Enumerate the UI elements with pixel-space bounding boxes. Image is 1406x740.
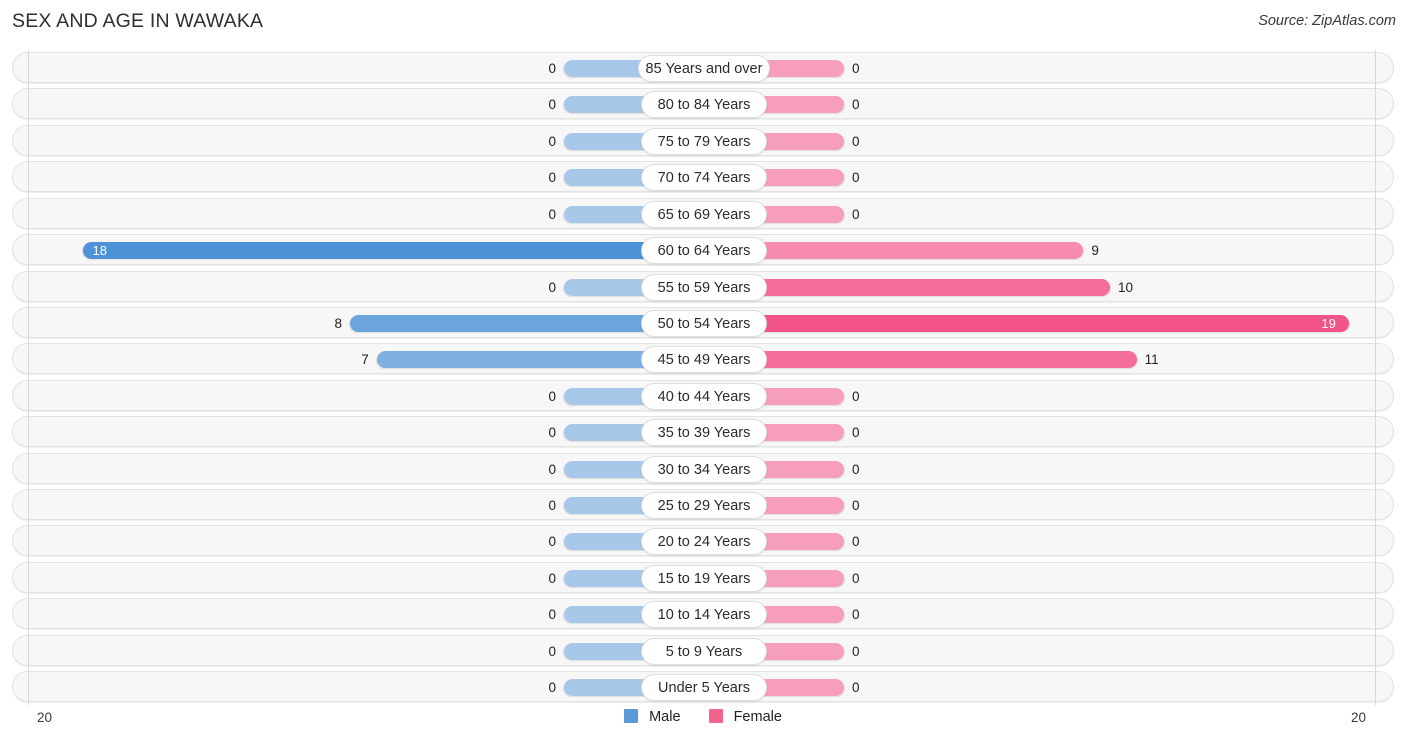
pyramid-row: 18 9 60 to 64 Years (12, 234, 1394, 266)
age-group-label: 80 to 84 Years (641, 91, 767, 119)
axis-line-right (1375, 50, 1376, 705)
value-label-female: 0 (852, 534, 860, 550)
value-label-female: 0 (852, 133, 860, 149)
age-group-label: 15 to 19 Years (641, 564, 767, 592)
age-group-label: 10 to 14 Years (641, 601, 767, 629)
pyramid-row: 0 0 70 to 74 Years (12, 161, 1394, 193)
value-label-female: 9 (1091, 243, 1099, 259)
age-group-label: 50 to 54 Years (641, 309, 767, 337)
pyramid-row: 0 0 25 to 29 Years (12, 489, 1394, 521)
legend-swatch-female-icon (708, 709, 723, 723)
chart-footer: 20 20 Male Female (0, 704, 1406, 740)
value-label-female: 0 (852, 643, 860, 659)
value-label-female: 0 (852, 425, 860, 441)
value-label-female: 0 (852, 607, 860, 623)
age-group-label: 40 to 44 Years (641, 382, 767, 410)
age-group-label: 45 to 49 Years (641, 346, 767, 374)
value-label-male: 0 (548, 97, 556, 113)
pyramid-row: 0 0 20 to 24 Years (12, 525, 1394, 557)
value-label-female: 0 (852, 461, 860, 477)
value-label-female: 0 (852, 97, 860, 113)
bar-female[interactable] (704, 351, 1137, 369)
value-label-female: 0 (852, 498, 860, 514)
age-group-label: 65 to 69 Years (641, 200, 767, 228)
value-label-female: 11 (1144, 352, 1159, 368)
pyramid-row: 0 0 65 to 69 Years (12, 197, 1394, 229)
pyramid-row: 0 0 15 to 19 Years (12, 561, 1394, 593)
age-group-label: 25 to 29 Years (641, 492, 767, 520)
value-label-male: 0 (548, 643, 556, 659)
age-group-label: 30 to 34 Years (641, 455, 767, 483)
value-label-male: 0 (548, 680, 556, 696)
value-label-female: 0 (852, 570, 860, 586)
value-label-male: 8 (334, 315, 342, 331)
pyramid-row: 0 0 35 to 39 Years (12, 416, 1394, 448)
bar-female[interactable] (704, 314, 1350, 332)
pyramid-row: 0 0 10 to 14 Years (12, 598, 1394, 630)
value-label-male: 0 (548, 279, 556, 295)
pyramid-row: 7 11 45 to 49 Years (12, 343, 1394, 375)
value-label-male: 0 (548, 425, 556, 441)
age-group-label: 20 to 24 Years (641, 528, 767, 556)
pyramid-row: 0 0 5 to 9 Years (12, 634, 1394, 666)
value-label-female: 10 (1118, 279, 1134, 295)
age-group-label: 75 to 79 Years (641, 127, 767, 155)
legend-swatch-male-icon (624, 709, 639, 723)
value-label-male: 18 (92, 243, 107, 259)
pyramid-row: 0 0 40 to 44 Years (12, 379, 1394, 411)
legend-item-female[interactable]: Female (708, 709, 782, 725)
value-label-female: 0 (852, 388, 860, 404)
value-label-female: 0 (852, 61, 860, 76)
pyramid-row: 0 10 55 to 59 Years (12, 270, 1394, 302)
legend-label-female: Female (733, 709, 782, 725)
pyramid-row: 0 0 85 Years and over (12, 52, 1394, 83)
age-group-label: 5 to 9 Years (641, 637, 767, 665)
page-title: SEX AND AGE IN WAWAKA (12, 10, 264, 32)
value-label-male: 0 (548, 607, 556, 623)
value-label-male: 0 (548, 461, 556, 477)
value-label-male: 0 (548, 498, 556, 514)
age-group-label: 60 to 64 Years (641, 237, 767, 265)
value-label-male: 0 (548, 170, 556, 186)
pyramid-row: 8 19 50 to 54 Years (12, 306, 1394, 338)
age-group-label: 55 to 59 Years (641, 273, 767, 301)
pyramid-row: 0 0 75 to 79 Years (12, 124, 1394, 156)
value-label-female: 19 (1321, 315, 1336, 331)
age-group-label: 85 Years and over (638, 55, 770, 82)
chart-legend: Male Female (0, 709, 1406, 725)
value-label-female: 0 (852, 170, 860, 186)
legend-label-male: Male (649, 709, 681, 725)
axis-line-left (28, 50, 29, 705)
value-label-male: 7 (361, 352, 369, 368)
pyramid-row: 0 0 Under 5 Years (12, 671, 1394, 703)
legend-item-male[interactable]: Male (624, 709, 681, 725)
chart-header: SEX AND AGE IN WAWAKA Source: ZipAtlas.c… (0, 0, 1406, 45)
value-label-male: 0 (548, 61, 556, 76)
value-label-male: 0 (548, 133, 556, 149)
value-label-male: 0 (548, 534, 556, 550)
pyramid-row: 0 0 30 to 34 Years (12, 452, 1394, 484)
value-label-male: 0 (548, 570, 556, 586)
value-label-female: 0 (852, 680, 860, 696)
value-label-female: 0 (852, 206, 860, 222)
value-label-male: 0 (548, 388, 556, 404)
age-group-label: 35 to 39 Years (641, 419, 767, 447)
age-group-label: Under 5 Years (641, 674, 767, 702)
population-pyramid-plot: 0 0 85 Years and over 0 0 80 to 84 Years 0 0 75 … (0, 50, 1406, 705)
age-group-label: 70 to 74 Years (641, 164, 767, 192)
bar-male[interactable] (82, 242, 704, 260)
pyramid-row: 0 0 80 to 84 Years (12, 88, 1394, 120)
value-label-male: 0 (548, 206, 556, 222)
source-attribution: Source: ZipAtlas.com (1258, 13, 1396, 29)
